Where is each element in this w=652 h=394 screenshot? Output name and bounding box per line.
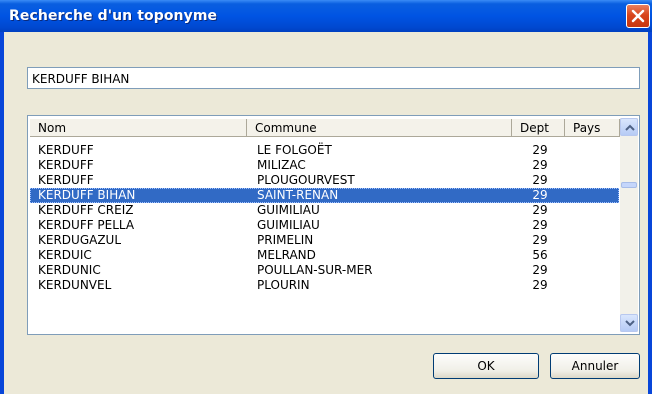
cell-commune: PRIMELIN (257, 233, 314, 247)
window-border-left (0, 32, 4, 394)
results-list[interactable]: Nom Commune Dept Pays KERDUFF LE FOLGOËT 2… (27, 115, 640, 335)
window-title: Recherche d'un toponyme (9, 8, 218, 24)
column-header-dept[interactable]: Dept (512, 119, 565, 137)
cell-nom: KERDUFF (38, 173, 94, 187)
close-button[interactable] (626, 4, 650, 28)
column-header-pays[interactable]: Pays (565, 119, 620, 137)
scroll-up-button[interactable] (620, 118, 638, 136)
search-field[interactable] (27, 67, 640, 89)
table-row[interactable]: KERDUFF LE FOLGOËT 29 (30, 143, 619, 158)
cell-dept: 29 (532, 158, 548, 172)
cell-nom: KERDUFF CREIZ (38, 203, 134, 217)
close-icon (631, 9, 645, 23)
cell-nom: KERDUNVEL (38, 278, 112, 292)
table-row[interactable]: KERDUNIC POULLAN-SUR-MER 29 (30, 263, 619, 278)
chevron-down-icon (625, 320, 635, 327)
chevron-up-icon (625, 124, 635, 131)
cell-nom: KERDUFF (38, 158, 94, 172)
cell-commune: GUIMILIAU (257, 218, 320, 232)
cancel-button[interactable]: Annuler (550, 353, 640, 379)
cell-nom: KERDUGAZUL (38, 233, 122, 247)
cell-commune: MILIZAC (257, 158, 306, 172)
scroll-thumb[interactable] (621, 182, 637, 188)
table-row[interactable]: KERDUFF PLOUGOURVEST 29 (30, 173, 619, 188)
cell-commune: MELRAND (257, 248, 316, 262)
cell-commune: PLOURIN (257, 278, 310, 292)
cell-nom: KERDUNIC (38, 263, 101, 277)
scroll-down-button[interactable] (620, 314, 638, 332)
cell-nom: KERDUFF PELLA (38, 218, 135, 232)
table-row[interactable]: KERDUFF MILIZAC 29 (30, 158, 619, 173)
cell-commune: LE FOLGOËT (257, 143, 332, 157)
table-row[interactable]: KERDUFF PELLA GUIMILIAU 29 (30, 218, 619, 233)
cell-dept: 29 (532, 188, 548, 202)
search-input[interactable] (32, 70, 632, 88)
table-row[interactable]: KERDUGAZUL PRIMELIN 29 (30, 233, 619, 248)
cell-dept: 29 (532, 263, 548, 277)
cell-dept: 29 (532, 218, 548, 232)
cell-dept: 56 (532, 248, 548, 262)
table-row[interactable]: KERDUFF BIHAN SAINT-RENAN 29 (30, 188, 619, 203)
title-bar[interactable]: Recherche d'un toponyme (0, 0, 652, 32)
column-header-commune[interactable]: Commune (247, 119, 512, 137)
table-row[interactable]: KERDUNVEL PLOURIN 29 (30, 278, 619, 293)
cell-commune: GUIMILIAU (257, 203, 320, 217)
cell-dept: 29 (532, 173, 548, 187)
vertical-scrollbar[interactable] (620, 118, 638, 332)
cell-dept: 29 (532, 143, 548, 157)
cell-commune: POULLAN-SUR-MER (257, 263, 373, 277)
cell-nom: KERDUIC (38, 248, 92, 262)
cell-dept: 29 (532, 278, 548, 292)
ok-button[interactable]: OK (433, 353, 539, 379)
table-row[interactable]: KERDUIC MELRAND 56 (30, 248, 619, 263)
cell-commune: PLOUGOURVEST (257, 173, 355, 187)
cell-nom: KERDUFF (38, 143, 94, 157)
window-border-right (648, 32, 652, 394)
cell-nom: KERDUFF BIHAN (38, 188, 136, 202)
column-header-nom[interactable]: Nom (30, 119, 247, 137)
cell-commune: SAINT-RENAN (257, 188, 339, 202)
cell-dept: 29 (532, 233, 548, 247)
cell-dept: 29 (532, 203, 548, 217)
table-row[interactable]: KERDUFF CREIZ GUIMILIAU 29 (30, 203, 619, 218)
